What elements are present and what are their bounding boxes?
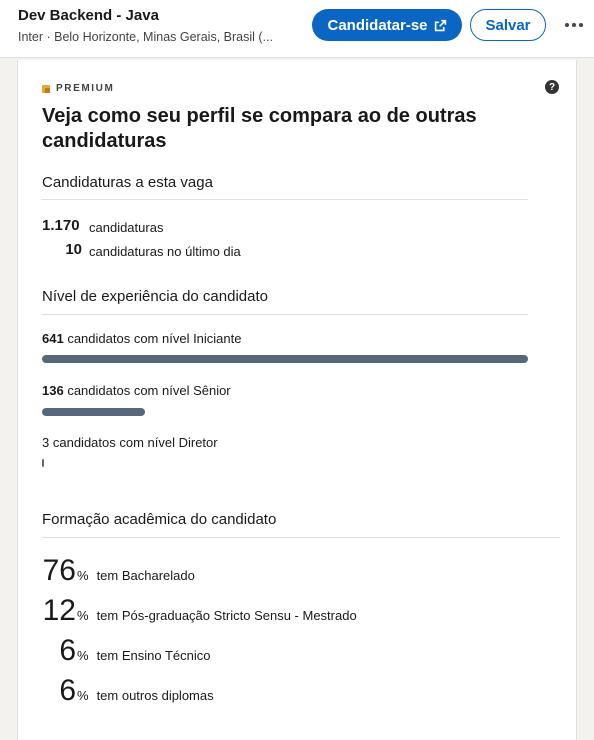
experience-level-count: 136 [42, 383, 64, 398]
experience-level-label: 641 candidatos com nível Iniciante [42, 331, 241, 346]
divider [42, 314, 528, 315]
premium-label: PREMIUM [56, 83, 115, 94]
premium-badge: PREMIUM [42, 83, 114, 94]
applications-total-value: 1.170 [42, 217, 80, 234]
education-label: tem outros diplomas [96, 688, 214, 703]
divider [42, 537, 560, 538]
save-button[interactable]: Salvar [470, 9, 546, 41]
education-value: 6 [59, 674, 76, 707]
apply-button[interactable]: Candidatar-se [312, 9, 462, 41]
education-item: 6 % tem Ensino Técnico [42, 634, 211, 668]
experience-level-text: candidatos com nível Sênior [67, 383, 231, 398]
education-label: tem Bacharelado [96, 568, 195, 583]
job-subtitle: Inter · Belo Horizonte, Minas Gerais, Br… [18, 30, 273, 44]
applications-section-title: Candidaturas a esta vaga [42, 174, 213, 191]
education-item: 12 % tem Pós-graduação Stricto Sensu - M… [42, 594, 357, 628]
divider [42, 199, 528, 200]
experience-level-text: candidatos com nível Iniciante [67, 331, 242, 346]
experience-level-bar [42, 408, 145, 416]
education-item: 76 % tem Bacharelado [42, 554, 195, 588]
education-label: tem Ensino Técnico [96, 648, 211, 663]
education-section-title: Formação acadêmica do candidato [42, 511, 277, 528]
experience-level-label: 3 candidatos com nível Diretor [42, 435, 218, 450]
education-unit: % [77, 608, 89, 623]
education-unit: % [77, 688, 89, 703]
applications-last-day-label: candidaturas no último dia [89, 244, 241, 259]
applications-last-day-value: 10 [65, 241, 82, 258]
job-header: Dev Backend - Java Inter · Belo Horizont… [0, 0, 594, 58]
more-icon[interactable] [560, 14, 588, 36]
education-item: 6 % tem outros diplomas [42, 674, 214, 708]
education-value: 12 [42, 594, 76, 627]
external-link-icon [434, 19, 446, 31]
insights-heading: Veja como seu perfil se compara ao de ou… [42, 105, 477, 152]
experience-level-bar [42, 459, 44, 467]
education-unit: % [77, 568, 89, 583]
experience-level-label: 136 candidatos com nível Sênior [42, 383, 231, 398]
education-value: 76 [42, 554, 76, 587]
experience-level-text: candidatos com nível Diretor [52, 435, 218, 450]
education-unit: % [77, 648, 89, 663]
experience-level-bar [42, 355, 528, 363]
job-title[interactable]: Dev Backend - Java [18, 7, 159, 24]
applicant-insights-card: PREMIUM ? Veja como seu perfil se compar… [17, 60, 577, 740]
education-value: 6 [59, 634, 76, 667]
education-label: tem Pós-graduação Stricto Sensu - Mestra… [96, 608, 357, 623]
help-icon[interactable]: ? [545, 80, 559, 94]
apply-button-label: Candidatar-se [327, 16, 428, 34]
experience-section-title: Nível de experiência do candidato [42, 288, 268, 305]
applications-total-label: candidaturas [89, 220, 164, 235]
experience-level-count: 641 [42, 331, 64, 346]
premium-icon [42, 84, 50, 93]
experience-level-count: 3 [42, 435, 50, 450]
